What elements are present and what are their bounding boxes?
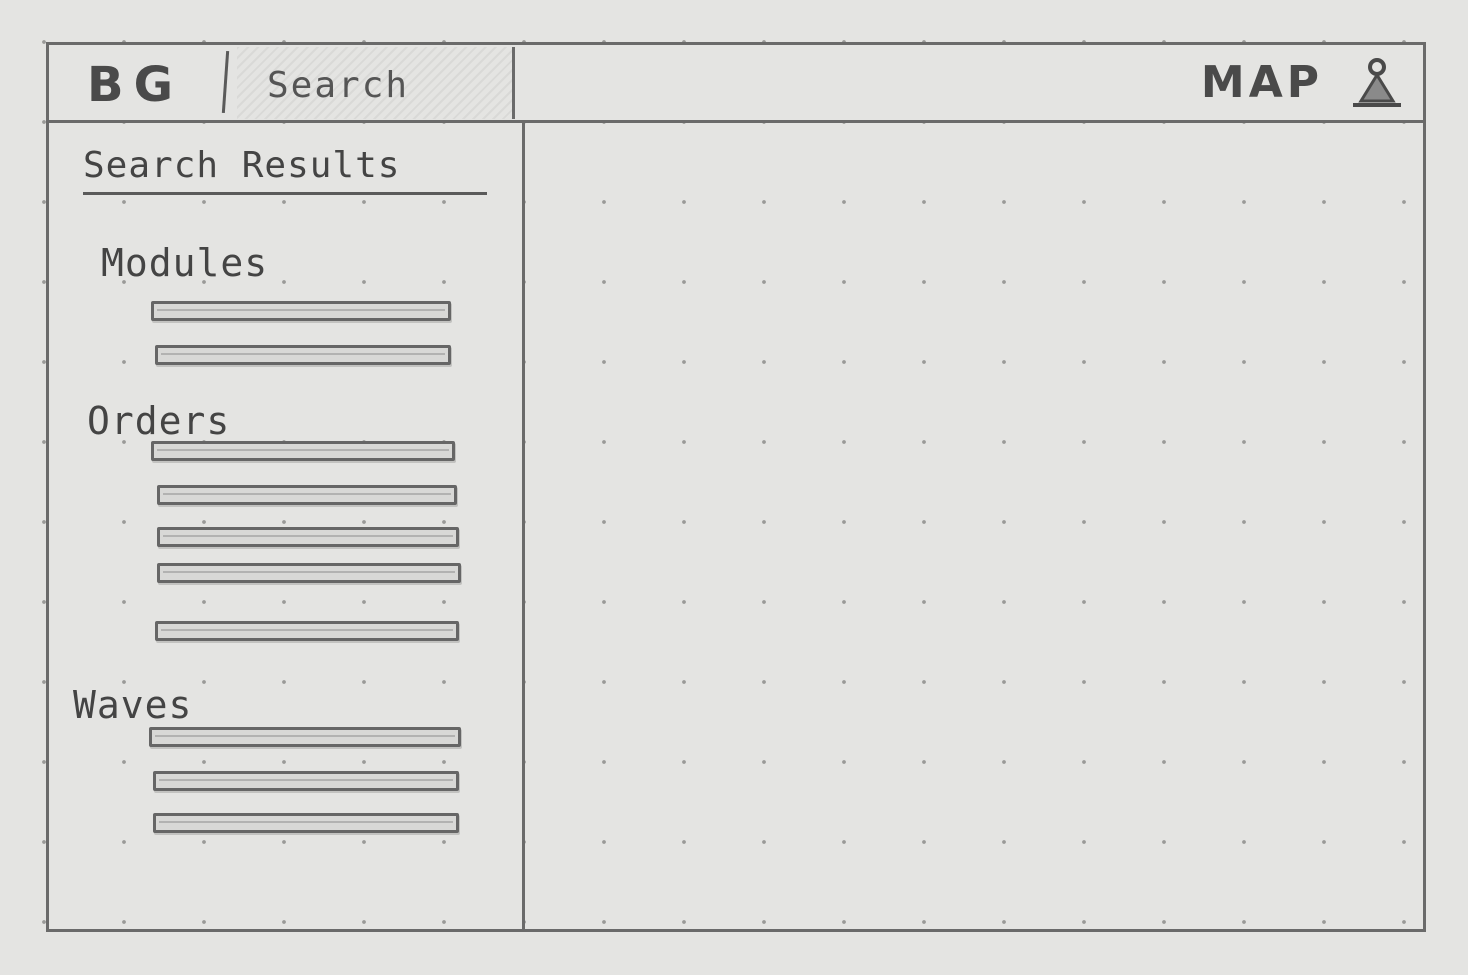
search-input[interactable]: Search: [237, 47, 515, 119]
order-result-item[interactable]: [157, 485, 457, 505]
module-result-item[interactable]: [151, 301, 451, 321]
section-title-modules: Modules: [101, 241, 269, 285]
module-result-item[interactable]: [155, 345, 451, 365]
top-bar: BG Search MAP: [49, 45, 1423, 123]
order-result-item[interactable]: [151, 441, 455, 461]
search-results-heading: Search Results: [83, 145, 487, 195]
map-canvas[interactable]: [525, 123, 1423, 929]
wave-result-item[interactable]: [153, 813, 459, 833]
app-logo[interactable]: BG: [87, 57, 183, 113]
wave-result-item[interactable]: [149, 727, 461, 747]
section-title-waves: Waves: [73, 683, 193, 727]
order-result-item[interactable]: [155, 621, 459, 641]
section-title-orders: Orders: [87, 399, 231, 443]
search-input-text: Search: [267, 65, 410, 106]
order-result-item[interactable]: [157, 563, 461, 583]
map-title: MAP: [1200, 57, 1323, 108]
search-results-panel: Search Results Modules Orders Waves: [49, 123, 525, 929]
wave-result-item[interactable]: [153, 771, 459, 791]
logo-divider: [221, 50, 230, 114]
app-window: BG Search MAP Search Results Modules Ord…: [46, 42, 1426, 932]
order-result-item[interactable]: [157, 527, 459, 547]
user-icon[interactable]: [1347, 55, 1407, 113]
